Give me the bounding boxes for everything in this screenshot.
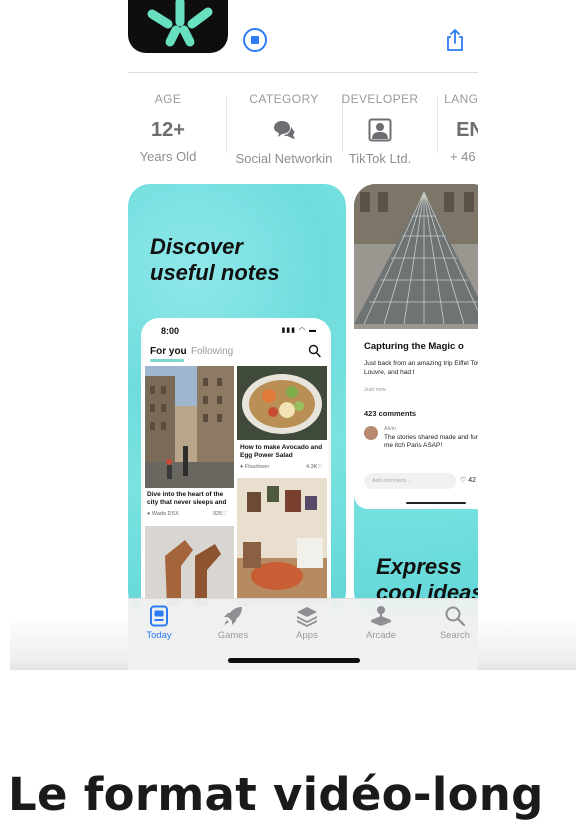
post-likes: 925♡ [213,511,228,517]
search-icon [308,344,321,358]
post-likes: 4.3K♡ [306,464,323,470]
layers-icon [297,607,317,627]
app-store-screenshot: AGE 12+ Years Old CATEGORY Social Networ… [10,0,576,670]
post-timestamp: Just now [364,387,386,393]
post-image [145,366,234,488]
app-store-page: AGE 12+ Years Old CATEGORY Social Networ… [128,0,478,670]
post-author: ● Flourlover [240,464,270,470]
info-label: AGE [154,92,182,106]
tab-today[interactable]: Today [129,605,189,641]
post-image [237,366,327,440]
author-name: Wade.DSX [151,511,179,517]
app-logo-icon[interactable] [128,0,228,53]
post-detail: Capturing the Magic o Just back from an … [354,329,478,509]
home-indicator [406,502,466,504]
tab-following: Following [191,346,234,357]
background-right [478,0,576,670]
tab-label: Apps [296,630,318,641]
search-icon [445,606,466,627]
info-language[interactable]: LANGUA EN + 46 M [412,92,478,165]
caption-heading: Le format vidéo-long [8,768,544,821]
info-value: 12+ [151,119,185,141]
headline-line: useful notes [150,260,280,285]
post-author: ● Wade.DSX [147,511,179,517]
headline-line: Discover [150,234,243,259]
joystick-icon [371,606,391,626]
like-count: ♡ 42 [460,477,477,484]
avatar [364,426,378,440]
tab-label: Arcade [365,630,397,641]
person-square-icon [368,118,392,142]
post-body: Just back from an amazing trip Eiffel To… [364,360,478,376]
home-indicator [228,658,360,663]
comment-text: The stories shared made and fun. It's go… [384,434,478,449]
post-caption: How to make Avocado and Egg Power Salad [240,444,323,459]
post-image [237,478,327,606]
comment-input: Add comment... [364,473,456,489]
post-image [354,184,478,329]
mock-phone-screen: 8:00 ▮▮▮ ◠ ▬ For you Following Dive into… [141,318,331,614]
tab-label: Games [217,630,249,641]
tab-for-you: For you [150,346,187,357]
divider [128,72,478,73]
tab-underline [150,359,184,362]
info-sub: + 46 M [449,149,478,164]
status-icons: ▮▮▮ ◠ ▬ [281,327,317,334]
post-title: Capturing the Magic o [364,341,464,352]
info-label: LANGUA [444,92,478,106]
rocket-icon [224,607,242,625]
author-name: Flourlover [244,464,270,470]
screenshot-preview-2[interactable]: Capturing the Magic o Just back from an … [354,184,478,614]
info-age[interactable]: AGE 12+ Years Old [128,92,226,165]
tab-search[interactable]: Search [425,605,478,641]
preview-headline: Discover useful notes [150,234,280,286]
tab-arcade[interactable]: Arcade [351,605,411,641]
status-time: 8:00 [161,326,180,336]
info-value: EN [456,119,478,141]
post-caption: Dive into the heart of the city that nev… [147,491,227,506]
tab-apps[interactable]: Apps [277,605,337,641]
tab-label: Today [146,630,172,641]
headline-line: Express [376,554,462,579]
today-icon [150,605,168,627]
tab-games[interactable]: Games [203,605,263,641]
screenshot-preview-1[interactable]: Discover useful notes 8:00 ▮▮▮ ◠ ▬ For y… [128,184,346,614]
info-sub: Years Old [139,149,197,164]
background-left [10,0,128,670]
post-image [145,526,234,606]
speech-bubbles-icon [274,121,295,139]
share-icon[interactable] [444,28,466,52]
stop-download-button[interactable] [242,27,268,53]
tab-label: Search [439,630,471,641]
comment-count: 423 comments [364,409,417,418]
commenter-name: Alvin [384,426,396,432]
